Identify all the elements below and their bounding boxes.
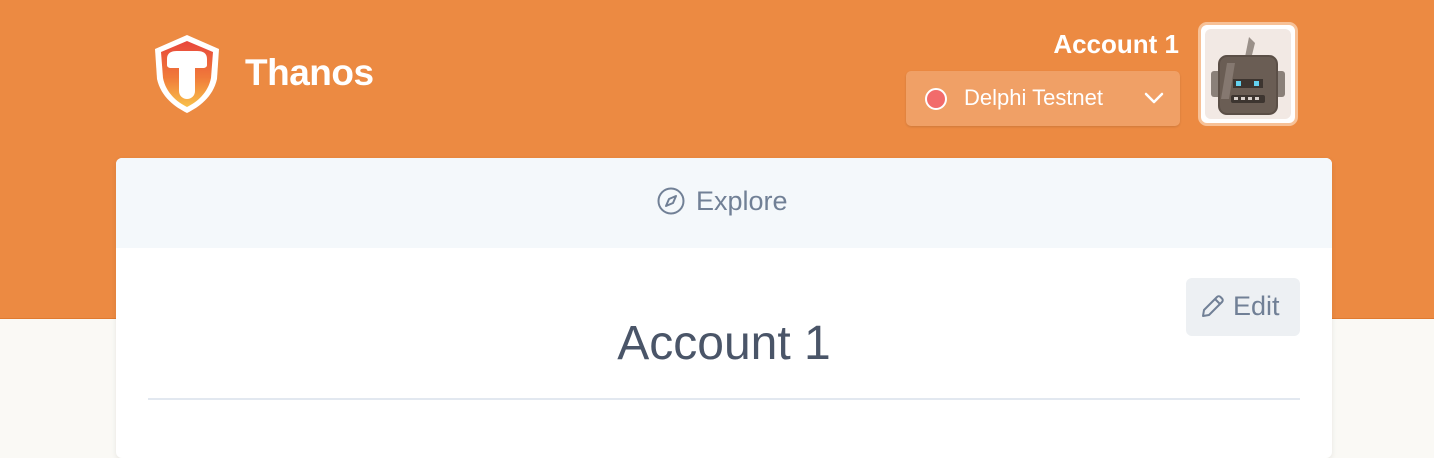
main-card: Explore Edit Account 1 [116,158,1332,458]
compass-icon [657,187,685,215]
robot-avatar-icon [1211,37,1285,115]
brand-name: Thanos [245,52,374,93]
thanos-logo-icon[interactable] [151,33,223,115]
network-label: Delphi Testnet [964,85,1104,110]
account-name[interactable]: Account 1 [1053,29,1179,60]
avatar [1205,29,1291,119]
divider [148,398,1300,400]
network-selector-button[interactable]: Delphi Testnet [906,71,1180,126]
tab-bar: Explore [116,158,1332,248]
chevron-down-icon [1144,92,1164,104]
tab-explore-label: Explore [696,186,788,216]
page-title: Account 1 [617,317,831,370]
account-avatar-button[interactable] [1198,22,1298,126]
network-status-dot-icon [925,88,947,110]
